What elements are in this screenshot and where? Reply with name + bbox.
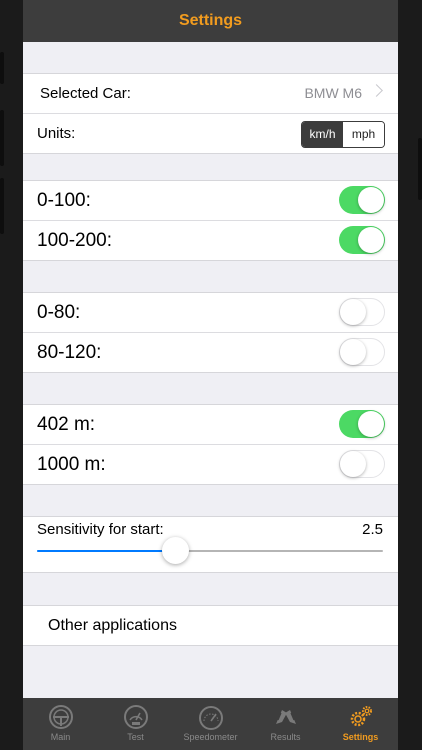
- racing-flags-icon: [275, 710, 296, 724]
- toggle-knob: [358, 227, 384, 253]
- toggle-knob: [358, 187, 384, 213]
- tab-test-label: Test: [127, 732, 144, 742]
- units-option-kmh[interactable]: km/h: [302, 122, 343, 147]
- tab-main-label: Main: [50, 732, 71, 742]
- tab-results[interactable]: Results: [248, 698, 323, 750]
- navigation-bar: Settings: [23, 0, 398, 42]
- toggle-knob: [340, 338, 366, 365]
- toggle-row: 402 m:: [23, 405, 398, 445]
- toggle-1000m[interactable]: [339, 450, 385, 478]
- toggle-knob: [340, 450, 366, 477]
- toggle-row-label: 402 m:: [37, 414, 96, 435]
- toggle-row-label: 0-80:: [37, 302, 81, 323]
- toggle-knob: [340, 298, 366, 325]
- speedometer-icon: [198, 706, 223, 730]
- toggle-row: 100-200:: [23, 221, 398, 260]
- acceleration-group-2: 0-80: 80-120:: [23, 292, 398, 373]
- toggle-row-label: 1000 m:: [37, 454, 106, 475]
- tab-results-label: Results: [270, 732, 301, 742]
- toggle-row: 0-100:: [23, 181, 398, 221]
- distance-group: 402 m: 1000 m:: [23, 404, 398, 485]
- sensitivity-slider-fill: [37, 550, 176, 552]
- chevron-right-icon: [370, 84, 383, 97]
- selected-car-value: BMW M6: [304, 85, 362, 101]
- gauge-icon: [123, 705, 148, 729]
- sensitivity-group: Sensitivity for start: 2.5: [23, 516, 398, 573]
- toggle-row-label: 0-100:: [37, 190, 91, 211]
- toggle-knob: [358, 411, 384, 437]
- tab-bar: Main Test Speedometer Results Settings: [23, 698, 398, 750]
- toggle-row: 0-80:: [23, 293, 398, 333]
- toggle-80-120[interactable]: [339, 338, 385, 366]
- selected-car-label: Selected Car:: [40, 85, 131, 102]
- toggle-row-label: 80-120:: [37, 342, 102, 363]
- sensitivity-slider-thumb[interactable]: [162, 537, 190, 564]
- app-screen: Settings Selected Car: BMW M6 Units: km/…: [23, 0, 398, 750]
- tab-settings-label: Settings: [342, 732, 379, 742]
- steering-wheel-icon: [48, 705, 73, 729]
- volume-down-button: [0, 178, 4, 234]
- toggle-row: 80-120:: [23, 333, 398, 372]
- tab-settings[interactable]: Settings: [323, 698, 398, 750]
- units-label: Units:: [37, 125, 76, 142]
- selected-car-row[interactable]: Selected Car: BMW M6: [23, 74, 398, 114]
- tab-main[interactable]: Main: [23, 698, 98, 750]
- tab-test[interactable]: Test: [98, 698, 173, 750]
- units-segmented-control[interactable]: km/h mph: [301, 121, 385, 148]
- units-option-mph[interactable]: mph: [343, 122, 384, 147]
- other-applications-row[interactable]: Other applications: [23, 606, 398, 645]
- volume-up-button: [0, 110, 4, 166]
- toggle-100-200[interactable]: [339, 226, 385, 254]
- sensitivity-slider-track[interactable]: [37, 537, 383, 564]
- toggle-0-100[interactable]: [339, 186, 385, 214]
- toggle-row-label: 100-200:: [37, 230, 113, 251]
- tab-speedometer[interactable]: Speedometer: [173, 698, 248, 750]
- sensitivity-label: Sensitivity for start:: [37, 521, 164, 538]
- acceleration-group-1: 0-100: 100-200:: [23, 180, 398, 261]
- toggle-402m[interactable]: [339, 410, 385, 438]
- other-group: Other applications: [23, 605, 398, 646]
- page-title: Settings: [178, 12, 243, 29]
- toggle-row: 1000 m:: [23, 445, 398, 484]
- power-button: [418, 138, 422, 200]
- tab-speedometer-label: Speedometer: [183, 732, 238, 742]
- other-applications-label: Other applications: [48, 617, 177, 634]
- sensitivity-row: Sensitivity for start: 2.5: [23, 517, 398, 572]
- units-row: Units: km/h mph: [23, 114, 398, 153]
- sensitivity-value: 2.5: [362, 521, 383, 538]
- toggle-0-80[interactable]: [339, 298, 385, 326]
- car-settings-group: Selected Car: BMW M6 Units: km/h mph: [23, 73, 398, 154]
- mute-switch: [0, 52, 4, 84]
- gears-icon: [350, 706, 372, 727]
